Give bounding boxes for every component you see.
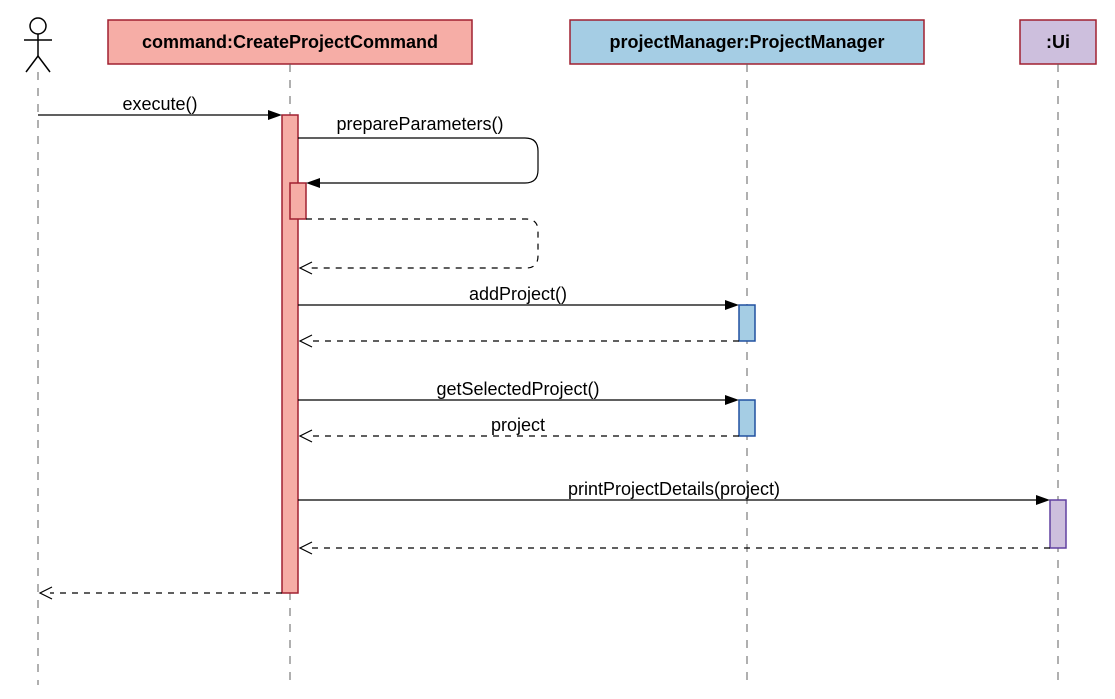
- activation-ui: [1050, 500, 1066, 548]
- lifeline-pm-label: projectManager:ProjectManager: [609, 32, 884, 52]
- msg-print-project-details: printProjectDetails(project): [298, 479, 1050, 505]
- svg-text:project: project: [491, 415, 545, 435]
- msg-final-return: [40, 587, 282, 599]
- lifeline-ui-label: :Ui: [1046, 32, 1070, 52]
- msg-add-project-return: [300, 335, 739, 347]
- msg-prepare-parameters: prepareParameters(): [298, 114, 538, 188]
- lifeline-ui: :Ui: [1020, 20, 1096, 685]
- activation-command-self: [290, 183, 306, 219]
- activation-pm-1: [739, 305, 755, 341]
- svg-text:addProject(): addProject(): [469, 284, 567, 304]
- svg-text:getSelectedProject(): getSelectedProject(): [436, 379, 599, 399]
- msg-execute: execute(): [38, 94, 282, 120]
- svg-text:printProjectDetails(project): printProjectDetails(project): [568, 479, 780, 499]
- actor: [24, 18, 52, 685]
- msg-add-project: addProject(): [298, 284, 739, 310]
- msg-get-selected-project-return: project: [300, 415, 739, 442]
- sequence-diagram: command:CreateProjectCommand projectMana…: [10, 10, 1115, 689]
- lifeline-project-manager: projectManager:ProjectManager: [570, 20, 924, 685]
- lifeline-command-label: command:CreateProjectCommand: [142, 32, 438, 52]
- svg-text:execute(): execute(): [122, 94, 197, 114]
- msg-get-selected-project: getSelectedProject(): [298, 379, 739, 405]
- svg-text:prepareParameters(): prepareParameters(): [336, 114, 503, 134]
- activation-pm-2: [739, 400, 755, 436]
- msg-prepare-return: [300, 219, 538, 274]
- msg-print-project-details-return: [300, 542, 1050, 554]
